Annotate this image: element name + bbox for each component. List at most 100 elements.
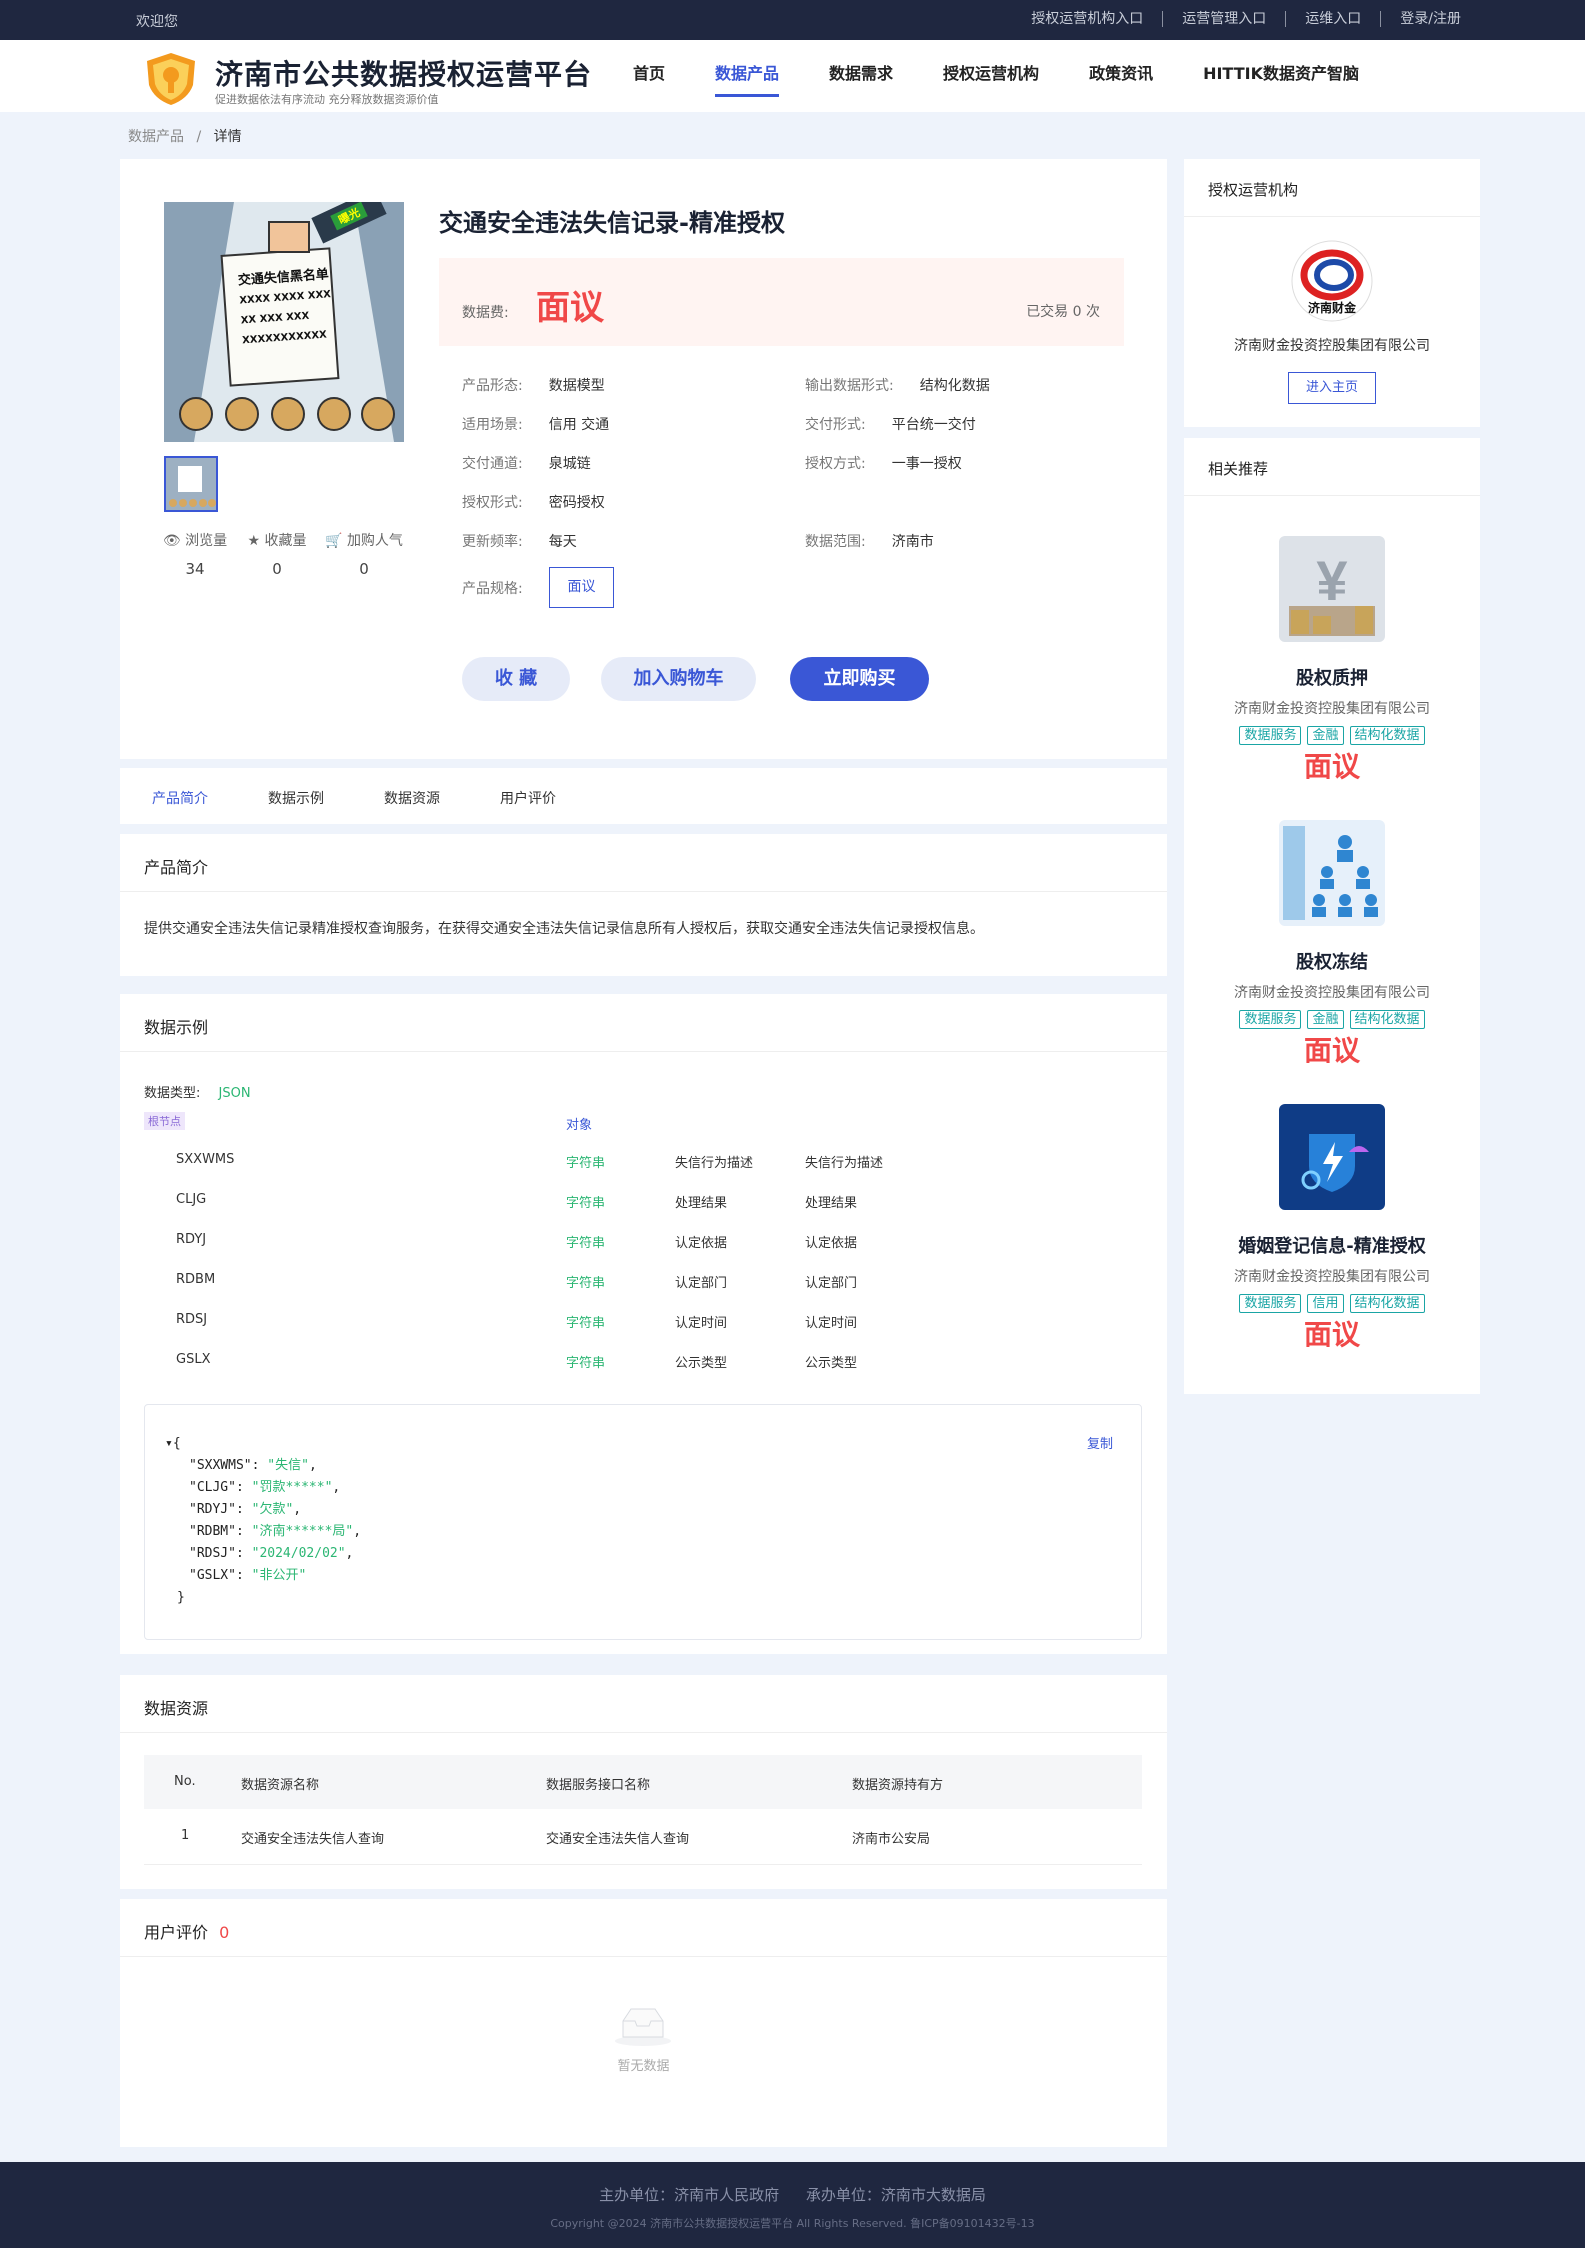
- star-icon: ★: [247, 533, 261, 549]
- breadcrumb-parent[interactable]: 数据产品: [128, 129, 184, 145]
- favorite-button[interactable]: 收 藏: [462, 657, 570, 701]
- field-desc: 认定依据: [675, 1236, 728, 1251]
- field-label: 处理结果: [805, 1196, 858, 1211]
- stat-cart-value: 0: [359, 560, 369, 578]
- field-desc: 处理结果: [675, 1196, 728, 1211]
- footer-org-line: 主办单位：济南市人民政府 承办单位：济南市大数据局: [0, 2184, 1585, 2205]
- field-name: RDYJ: [176, 1232, 207, 1247]
- top-bar: 欢迎您 授权运营机构入口 运营管理入口 运维入口 登录/注册: [0, 0, 1585, 40]
- nav-data-demand[interactable]: 数据需求: [829, 60, 893, 97]
- resources-section: 数据资源 No. 数据资源名称 数据服务接口名称 数据资源持有方 1 交通安全违…: [120, 1675, 1167, 1889]
- top-link-maintain-entry[interactable]: 运维入口: [1285, 11, 1380, 27]
- footer-host: 主办单位：济南市人民政府: [599, 2186, 780, 2204]
- recommend-item-price: 面议: [1303, 1034, 1360, 1067]
- org-chart-icon: [1279, 820, 1385, 926]
- intro-title: 产品简介: [120, 834, 1167, 892]
- org-logo-text: 济南财金: [1307, 301, 1356, 315]
- field-desc: 认定部门: [675, 1276, 728, 1291]
- tab-sample[interactable]: 数据示例: [268, 788, 324, 808]
- product-thumbnail[interactable]: [164, 456, 218, 512]
- reviews-title-row: 用户评价 0: [120, 1899, 1167, 1957]
- tab-reviews[interactable]: 用户评价: [500, 788, 556, 808]
- recommend-item-tags: 数据服务 金融 结构化数据: [1184, 726, 1480, 745]
- json-line: "RDBM": "济南******局",: [189, 1524, 362, 1539]
- empty-text: 暂无数据: [617, 2059, 670, 2074]
- shield-lock-icon: [1279, 1104, 1385, 1210]
- top-link-login[interactable]: 登录/注册: [1380, 11, 1480, 27]
- recommend-item-name: 股权冻结: [1296, 952, 1368, 973]
- attr-output-format-key: 输出数据形式:: [805, 378, 894, 394]
- copy-button[interactable]: 复制: [1087, 1433, 1113, 1452]
- breadcrumb-current: 详情: [213, 129, 242, 145]
- nav-hittik[interactable]: HITTIK数据资产智脑: [1203, 60, 1359, 97]
- platform-title: 济南市公共数据授权运营平台: [215, 58, 593, 91]
- stat-views-value: 34: [185, 560, 205, 578]
- org-homepage-button[interactable]: 进入主页: [1288, 372, 1376, 404]
- field-label: 认定时间: [805, 1316, 858, 1331]
- buy-now-button[interactable]: 立即购买: [790, 657, 929, 701]
- tab-resources[interactable]: 数据资源: [384, 788, 440, 808]
- nav-auth-orgs[interactable]: 授权运营机构: [943, 60, 1039, 97]
- attr-delivery-channel-key: 交付通道:: [462, 456, 523, 472]
- table-row: 1 交通安全违法失信人查询 交通安全违法失信人查询 济南市公安局: [144, 1809, 1142, 1865]
- yen-coins-icon: ¥: [1279, 536, 1385, 642]
- traded-count: 已交易 0 次: [1026, 304, 1100, 320]
- json-line: "GSLX": "非公开": [189, 1568, 307, 1583]
- tag: 数据服务: [1239, 1010, 1302, 1029]
- org-name: 济南财金投资控股集团有限公司: [1234, 338, 1430, 354]
- resources-table-header: No. 数据资源名称 数据服务接口名称 数据资源持有方: [144, 1755, 1142, 1809]
- field-label: 失信行为描述: [805, 1156, 884, 1171]
- recommend-item-org: 济南财金投资控股集团有限公司: [1234, 701, 1430, 717]
- attr-auth-method: 授权方式: 一事一授权: [805, 453, 962, 473]
- nav-home[interactable]: 首页: [633, 60, 665, 97]
- recommend-title: 相关推荐: [1184, 438, 1480, 496]
- stat-views: 👁 浏览量 34: [160, 530, 230, 578]
- json-line: "SXXWMS": "失信",: [189, 1458, 317, 1473]
- nav-policy-news[interactable]: 政策资讯: [1089, 60, 1153, 97]
- attr-delivery-channel: 交付通道: 泉城链: [462, 453, 591, 473]
- sample-section: 数据示例 数据类型: JSON 根节点 对象 SXXWMS 字符串 失信行为描述…: [120, 994, 1167, 1654]
- field-type: 字符串: [566, 1236, 606, 1251]
- stat-views-label: 浏览量: [185, 533, 228, 549]
- product-image[interactable]: 曝光 交通失信黑名单 XXXX XXXX XXX XX XXX XXX XXXX…: [164, 202, 404, 442]
- recommend-item-org: 济南财金投资控股集团有限公司: [1234, 985, 1430, 1001]
- recommend-item[interactable]: 婚姻登记信息-精准授权 济南财金投资控股集团有限公司 数据服务 信用 结构化数据 面…: [1184, 1104, 1480, 1353]
- attr-auth-form-value: 密码授权: [548, 495, 605, 511]
- field-name: RDSJ: [176, 1312, 208, 1327]
- recommend-item-name: 婚姻登记信息-精准授权: [1238, 1236, 1426, 1257]
- json-code: ▾{ "SXXWMS": "失信", "CLJG": "罚款*****", "R…: [165, 1436, 362, 1605]
- field-desc: 公示类型: [675, 1356, 728, 1371]
- tag: 信用: [1307, 1294, 1344, 1313]
- breadcrumb-separator: /: [196, 129, 202, 145]
- attr-output-format: 输出数据形式: 结构化数据: [805, 375, 990, 395]
- recommend-item[interactable]: 股权冻结 济南财金投资控股集团有限公司 数据服务 金融 结构化数据 面议: [1184, 820, 1480, 1069]
- top-link-ops-entry[interactable]: 运营管理入口: [1162, 11, 1285, 27]
- add-to-cart-button[interactable]: 加入购物车: [601, 657, 756, 701]
- tab-intro[interactable]: 产品简介: [152, 788, 208, 808]
- intro-text: 提供交通安全违法失信记录精准授权查询服务，在获得交通安全违法失信记录信息所有人授…: [144, 921, 984, 937]
- collapse-icon[interactable]: ▾: [165, 1436, 173, 1451]
- tag: 金融: [1307, 726, 1344, 745]
- recommend-item-price: 面议: [1303, 750, 1360, 783]
- reviews-count: 0: [219, 1923, 230, 1942]
- field-name: CLJG: [176, 1192, 207, 1207]
- recommend-item-tags: 数据服务 信用 结构化数据: [1184, 1294, 1480, 1313]
- tag: 数据服务: [1239, 1294, 1302, 1313]
- attr-product-form-key: 产品形态:: [462, 378, 523, 394]
- recommend-item[interactable]: ¥ 股权质押 济南财金投资控股集团有限公司 数据服务 金融 结构化数据 面议: [1184, 536, 1480, 785]
- price-label: 数据费:: [462, 305, 509, 321]
- top-links: 授权运营机构入口 运营管理入口 运维入口 登录/注册: [1012, 11, 1480, 27]
- platform-logo-icon[interactable]: [143, 51, 199, 107]
- cell-interface-name: 交通安全违法失信人查询: [546, 1832, 690, 1847]
- stat-favorites: ★ 收藏量 0: [242, 530, 312, 578]
- stat-cart-label: 加购人气: [346, 533, 403, 549]
- top-link-org-entry[interactable]: 授权运营机构入口: [1012, 11, 1162, 27]
- field-type: 字符串: [566, 1356, 606, 1371]
- col-holder: 数据资源持有方: [852, 1778, 944, 1793]
- col-no: No.: [174, 1774, 196, 1789]
- tag: 金融: [1307, 1010, 1344, 1029]
- reviews-section: 用户评价 0 暂无数据: [120, 1899, 1167, 2147]
- spec-option[interactable]: 面议: [549, 567, 614, 608]
- nav-data-products[interactable]: 数据产品: [715, 60, 780, 97]
- attr-product-form: 产品形态: 数据模型: [462, 375, 605, 395]
